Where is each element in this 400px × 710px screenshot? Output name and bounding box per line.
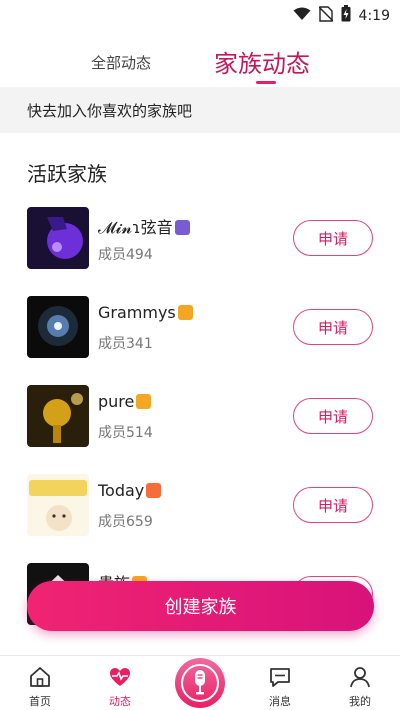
create-family-button[interactable]: 创建家族 (27, 581, 374, 631)
nav-label: 消息 (269, 695, 291, 708)
family-avatar (27, 296, 89, 358)
banner-text: 快去加入你喜欢的家族吧 (27, 102, 193, 120)
tab-bar: 全部动态 家族动态 (0, 30, 400, 86)
nav-live-button[interactable] (175, 658, 225, 708)
nav-home[interactable]: 首页 (5, 656, 75, 710)
nav-label: 动态 (109, 695, 131, 708)
nav-messages[interactable]: 消息 (245, 656, 315, 710)
microphone-icon (190, 669, 210, 701)
family-avatar (27, 207, 89, 269)
family-avatar (27, 385, 89, 447)
section-title: 活跃家族 (27, 162, 107, 186)
nav-profile[interactable]: 我的 (325, 656, 395, 710)
family-badge-icon (146, 483, 162, 498)
family-name: Grammys (98, 303, 193, 322)
tab-family-activity[interactable]: 家族动态 (214, 44, 310, 79)
family-member-count: 成员659 (98, 514, 153, 530)
family-member-count: 成员514 (98, 425, 153, 441)
apply-button[interactable]: 申请 (293, 220, 373, 256)
apply-button[interactable]: 申请 (293, 487, 373, 523)
join-family-banner[interactable]: 快去加入你喜欢的家族吧 (0, 87, 400, 133)
active-tab-indicator (256, 81, 276, 84)
battery-icon (341, 5, 351, 26)
status-time: 4:19 (358, 7, 390, 24)
family-badge-icon (136, 394, 152, 409)
family-row[interactable]: pure 成员514 申请 (0, 378, 400, 453)
nav-label: 我的 (349, 695, 371, 708)
family-row[interactable]: Grammys 成员341 申请 (0, 289, 400, 364)
family-name: 𝓜𝓲𝓷ɿ弦音 (98, 214, 190, 238)
globe-badge-icon (174, 220, 190, 235)
family-name: pure (98, 392, 152, 411)
family-avatar (27, 474, 89, 536)
family-name: Today (98, 481, 162, 500)
family-member-count: 成员494 (98, 247, 153, 263)
apply-button[interactable]: 申请 (293, 309, 373, 345)
family-member-count: 成员341 (98, 336, 153, 352)
family-badge-icon (177, 305, 193, 320)
apply-button[interactable]: 申请 (293, 398, 373, 434)
wifi-icon (293, 6, 311, 25)
status-bar: 4:19 (0, 0, 400, 30)
family-row[interactable]: Today 成员659 申请 (0, 467, 400, 542)
family-row[interactable]: 𝓜𝓲𝓷ɿ弦音 成员494 申请 (0, 200, 400, 275)
nav-label: 首页 (29, 695, 51, 708)
no-sim-icon (318, 5, 334, 26)
nav-activity[interactable]: 动态 (85, 656, 155, 710)
tab-all-activity[interactable]: 全部动态 (91, 52, 151, 73)
